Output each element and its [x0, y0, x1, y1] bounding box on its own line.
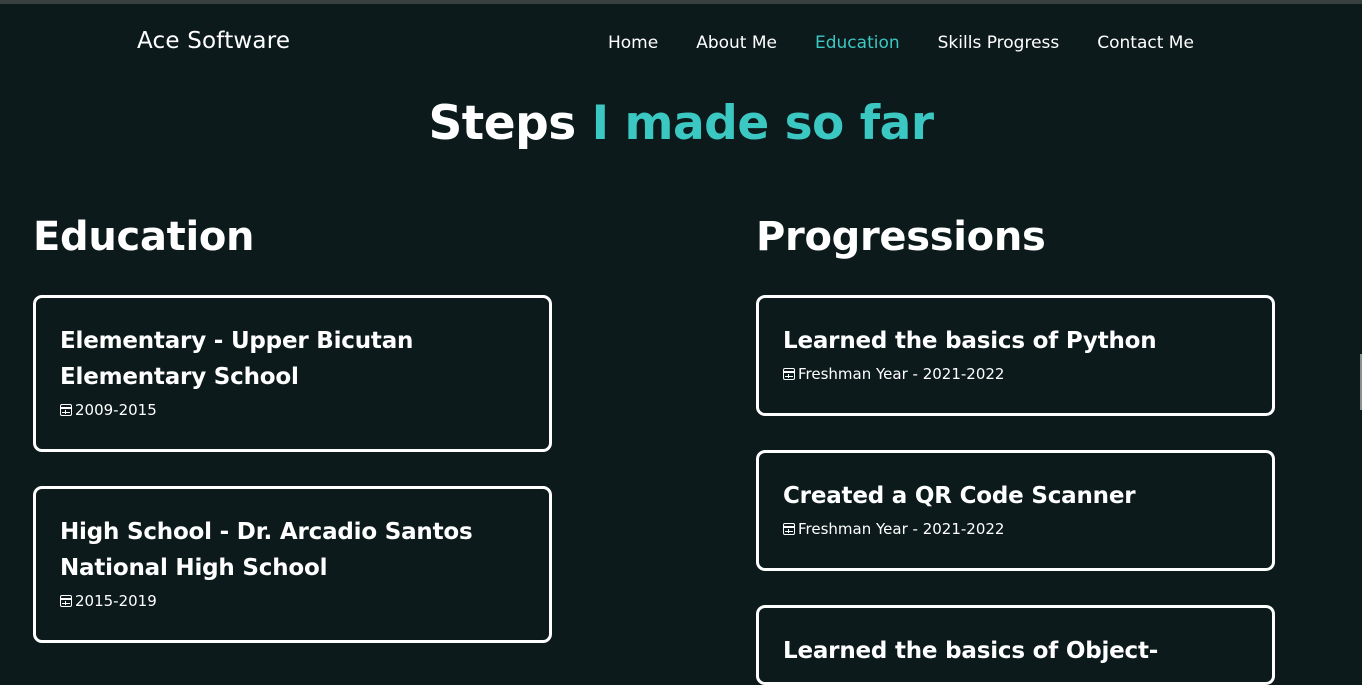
- education-card: High School - Dr. Arcadio Santos Nationa…: [33, 486, 552, 643]
- section-title-accent: I made so far: [591, 96, 934, 151]
- calendar-icon: [60, 404, 72, 416]
- nav-link-contact-me[interactable]: Contact Me: [1097, 33, 1194, 53]
- progression-card: Learned the basics of Object-: [756, 605, 1275, 685]
- progression-card-date-text: Freshman Year - 2021-2022: [798, 520, 1005, 538]
- section-title: Steps I made so far: [0, 96, 1362, 151]
- education-card-date: 2015-2019: [60, 590, 525, 612]
- calendar-icon: [783, 523, 795, 535]
- nav-link-skills-progress[interactable]: Skills Progress: [938, 33, 1060, 53]
- progression-card-date: Freshman Year - 2021-2022: [783, 363, 1248, 385]
- nav-link-about-me[interactable]: About Me: [696, 33, 777, 53]
- education-card-date: 2009-2015: [60, 399, 525, 421]
- progression-card: Created a QR Code Scanner Freshman Year …: [756, 450, 1275, 571]
- progression-card-date-text: Freshman Year - 2021-2022: [798, 365, 1005, 383]
- navbar: Ace Software Home About Me Education Ski…: [0, 4, 1362, 84]
- nav-link-education[interactable]: Education: [815, 33, 900, 53]
- progression-card-title: Learned the basics of Python: [783, 328, 1157, 354]
- nav-link-home[interactable]: Home: [608, 33, 658, 53]
- progression-card-title: Learned the basics of Object-: [783, 638, 1159, 664]
- education-card-title: Elementary - Upper Bicutan Elementary Sc…: [60, 328, 414, 390]
- education-heading: Education: [33, 214, 255, 260]
- progression-card-title: Created a QR Code Scanner: [783, 483, 1136, 509]
- calendar-icon: [783, 368, 795, 380]
- calendar-icon: [60, 595, 72, 607]
- nav-links: Home About Me Education Skills Progress …: [608, 33, 1194, 53]
- progressions-heading: Progressions: [756, 214, 1046, 260]
- education-card-title: High School - Dr. Arcadio Santos Nationa…: [60, 519, 473, 581]
- progression-card: Learned the basics of Python Freshman Ye…: [756, 295, 1275, 416]
- section-title-plain: Steps: [428, 96, 576, 151]
- education-card: Elementary - Upper Bicutan Elementary Sc…: [33, 295, 552, 452]
- progression-card-date: Freshman Year - 2021-2022: [783, 518, 1248, 540]
- brand-logo-text[interactable]: Ace Software: [137, 28, 290, 54]
- education-card-date-text: 2009-2015: [75, 401, 157, 419]
- education-card-date-text: 2015-2019: [75, 592, 157, 610]
